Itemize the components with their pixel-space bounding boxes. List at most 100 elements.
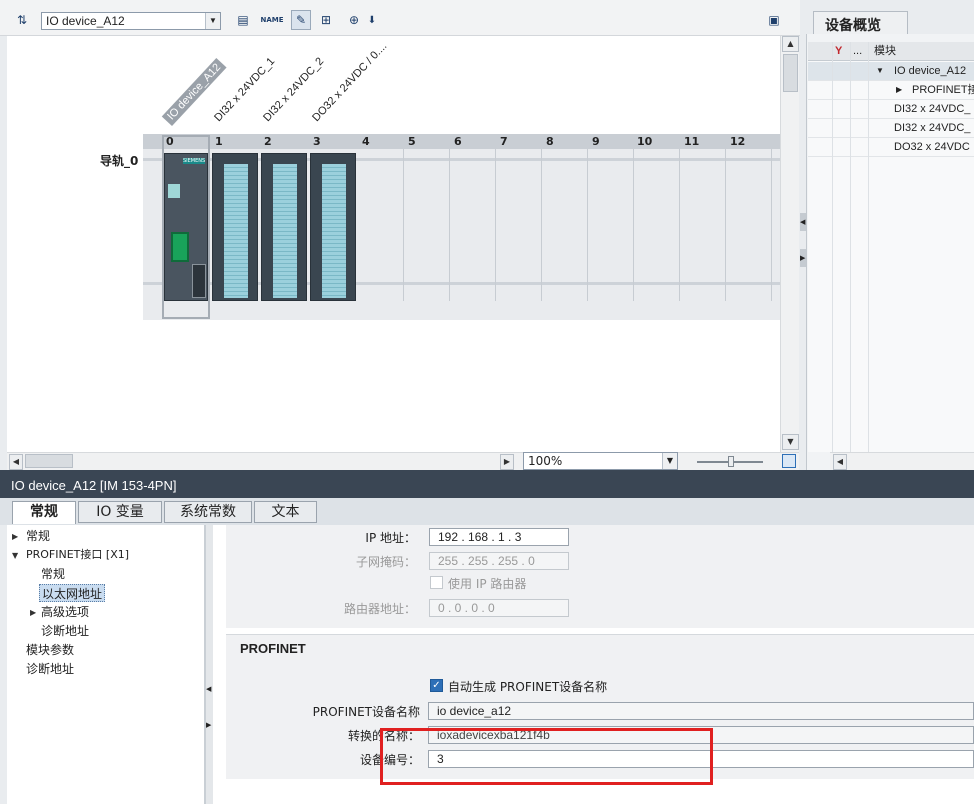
scroll-thumb[interactable] bbox=[25, 454, 73, 468]
slot-number: 3 bbox=[313, 135, 321, 148]
download-icon[interactable]: ⬇ bbox=[362, 10, 382, 30]
slot-divider bbox=[679, 149, 680, 301]
column-divider bbox=[850, 42, 851, 452]
collapse-left-icon[interactable]: ◀ bbox=[800, 213, 806, 231]
tree-item-module-params[interactable]: 模块参数 bbox=[26, 641, 74, 659]
ip-protocol-section: IP 地址： 192 . 168 . 1 . 3 子网掩码： 255 . 255… bbox=[226, 525, 974, 628]
grid-icon[interactable]: ⊞ bbox=[316, 10, 336, 30]
expand-right-icon[interactable]: ▶ bbox=[12, 532, 18, 541]
device-overview-table: Y ... 模块 ▼ IO device_A12 ▶ PROFINET接 DI3… bbox=[808, 42, 974, 452]
column-divider bbox=[868, 42, 869, 452]
canvas-horizontal-scrollbar[interactable]: ◀ ▶ bbox=[7, 452, 799, 470]
tab-io-tags[interactable]: IO 变量 bbox=[78, 501, 162, 523]
tab-system-constants[interactable]: 系统常数 bbox=[164, 501, 252, 523]
zoom-icon[interactable]: ⊕ bbox=[344, 10, 364, 30]
device-properties-icon[interactable]: ▤ bbox=[233, 10, 253, 30]
slot-number: 11 bbox=[684, 135, 700, 148]
expand-right-icon[interactable]: ▶ bbox=[30, 608, 36, 617]
module-di32-1[interactable] bbox=[212, 153, 258, 301]
io-terminal-strip bbox=[273, 164, 297, 298]
row-module: DI32 x 24VDC_ bbox=[894, 103, 971, 115]
slot-divider bbox=[403, 149, 404, 301]
canvas-vertical-scrollbar[interactable]: ▲ ▼ bbox=[780, 36, 799, 452]
slot-divider bbox=[541, 149, 542, 301]
header-module[interactable]: 模块 bbox=[874, 42, 896, 60]
tab-general[interactable]: 常规 bbox=[12, 501, 76, 524]
tree-item-sub-general[interactable]: 常规 bbox=[41, 565, 65, 583]
expand-down-icon[interactable]: ▼ bbox=[12, 551, 18, 560]
device-name-field[interactable]: io device_a12 bbox=[428, 702, 974, 720]
device-name-label: PROFINET设备名称 bbox=[312, 705, 420, 719]
tree-item-profinet[interactable]: PROFINET接口 [X1] bbox=[26, 546, 129, 564]
row-module: DO32 x 24VDC bbox=[894, 141, 970, 153]
slot-number: 5 bbox=[408, 135, 416, 148]
expand-right-icon[interactable]: ▶ bbox=[206, 721, 211, 729]
header-more[interactable]: ... bbox=[853, 42, 862, 60]
ip-address-field[interactable]: 192 . 168 . 1 . 3 bbox=[429, 528, 569, 546]
slot-number: 2 bbox=[264, 135, 272, 148]
chevron-down-icon[interactable]: ▼ bbox=[205, 13, 220, 29]
draw-icon[interactable]: ✎ bbox=[291, 10, 311, 30]
filter-icon[interactable]: Y bbox=[835, 42, 842, 60]
slot-divider bbox=[633, 149, 634, 301]
zoom-slider-handle[interactable] bbox=[728, 456, 734, 467]
use-router-label: 使用 IP 路由器 bbox=[448, 577, 527, 591]
module-di32-2[interactable] bbox=[261, 153, 307, 301]
fit-view-icon[interactable] bbox=[782, 454, 796, 468]
tree-item-diag[interactable]: 诊断地址 bbox=[26, 660, 74, 678]
tree-item-general[interactable]: 常规 bbox=[26, 527, 50, 545]
expand-right-icon[interactable]: ▶ bbox=[800, 249, 806, 267]
row-module: PROFINET接 bbox=[912, 84, 974, 96]
subnet-mask-label: 子网掩码： bbox=[355, 555, 416, 569]
auto-name-label: 自动生成 PROFINET设备名称 bbox=[448, 680, 608, 694]
tree-item-advanced[interactable]: 高级选项 bbox=[41, 603, 89, 621]
inspector-tabs: 常规 IO 变量 系统常数 文本 bbox=[0, 498, 974, 525]
slot-divider bbox=[725, 149, 726, 301]
router-address-field[interactable]: 0 . 0 . 0 . 0 bbox=[429, 599, 569, 617]
router-address-label: 路由器地址： bbox=[343, 602, 416, 616]
layout-icon[interactable]: ▣ bbox=[764, 10, 784, 30]
network-view-icon[interactable]: ⇅ bbox=[12, 10, 32, 30]
slot-number: 4 bbox=[362, 135, 370, 148]
io-terminal-strip bbox=[224, 164, 248, 298]
chevron-down-icon[interactable]: ▼ bbox=[662, 453, 677, 469]
selected-slot-frame bbox=[162, 135, 210, 319]
property-tree: ▶ 常规 ▼ PROFINET接口 [X1] 常规 以太网地址 ▶ 高级选项 诊… bbox=[7, 525, 205, 804]
tree-splitter[interactable]: ◀ ▶ bbox=[205, 525, 213, 804]
scroll-up-icon[interactable]: ▲ bbox=[782, 36, 799, 52]
rename-icon[interactable]: NAME bbox=[260, 10, 283, 30]
subnet-mask-field[interactable]: 255 . 255 . 255 . 0 bbox=[429, 552, 569, 570]
use-router-checkbox[interactable] bbox=[430, 576, 443, 589]
collapse-left-icon[interactable]: ◀ bbox=[206, 685, 211, 693]
expand-down-icon[interactable]: ▼ bbox=[876, 62, 884, 80]
highlight-annotation-box bbox=[380, 728, 713, 785]
slot-number: 10 bbox=[637, 135, 653, 148]
slot-number: 9 bbox=[592, 135, 600, 148]
slot-divider bbox=[495, 149, 496, 301]
auto-name-checkbox[interactable]: ✓ bbox=[430, 679, 443, 692]
slot-number: 12 bbox=[730, 135, 746, 148]
column-divider bbox=[832, 42, 833, 452]
slot-number: 7 bbox=[500, 135, 508, 148]
inspector-title: IO device_A12 [IM 153-4PN] bbox=[0, 474, 974, 498]
row-module: DI32 x 24VDC_ bbox=[894, 122, 971, 134]
slot-number: 6 bbox=[454, 135, 462, 148]
module-do32[interactable] bbox=[310, 153, 356, 301]
expand-right-icon[interactable]: ▶ bbox=[896, 81, 902, 99]
tab-texts[interactable]: 文本 bbox=[254, 501, 317, 523]
scroll-down-icon[interactable]: ▼ bbox=[782, 434, 799, 450]
device-select[interactable]: IO device_A12 ▼ bbox=[41, 12, 221, 30]
tree-item-diag-sub[interactable]: 诊断地址 bbox=[41, 622, 89, 640]
row-module: IO device_A12 bbox=[894, 65, 967, 77]
scroll-left-icon[interactable]: ◀ bbox=[9, 454, 23, 470]
slot-number: 8 bbox=[546, 135, 554, 148]
tab-device-overview[interactable]: 设备概览 bbox=[813, 11, 908, 34]
rail-label: 导轨_0 bbox=[100, 154, 139, 168]
scroll-left-icon[interactable]: ◀ bbox=[833, 454, 847, 470]
zoom-select[interactable]: 100% ▼ bbox=[523, 452, 678, 470]
scroll-thumb[interactable] bbox=[783, 54, 798, 92]
scroll-right-icon[interactable]: ▶ bbox=[500, 454, 514, 470]
tree-item-ethernet[interactable]: 以太网地址 bbox=[39, 584, 106, 602]
overview-horizontal-scrollbar[interactable]: ◀ bbox=[830, 452, 974, 470]
profinet-section-title: PROFINET bbox=[240, 641, 306, 656]
